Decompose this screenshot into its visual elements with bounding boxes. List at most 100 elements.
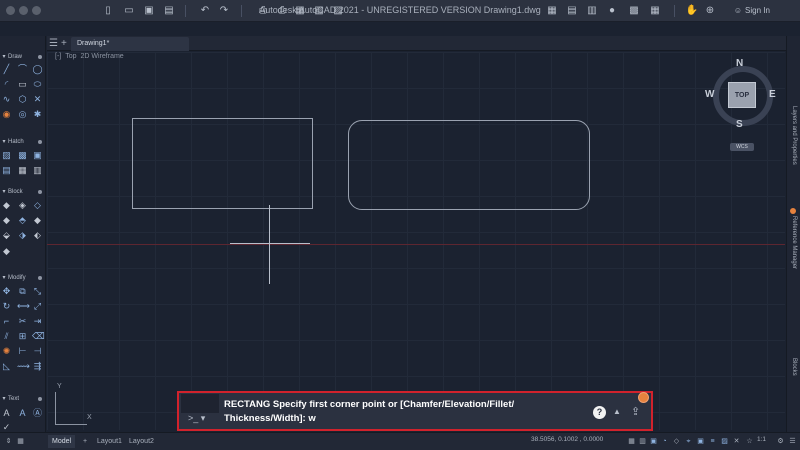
break-icon[interactable]: ⊣ <box>32 346 43 357</box>
block-icon[interactable]: ▦ <box>648 4 662 18</box>
define-attribute-icon[interactable]: ◆ <box>1 215 12 226</box>
attribute-manager-icon[interactable]: ⬗ <box>17 230 28 241</box>
add-layout-button[interactable]: + <box>79 435 91 448</box>
settings-dot-icon[interactable] <box>38 276 42 280</box>
stretch-icon[interactable]: ⤡ <box>32 286 43 297</box>
layout-menu-icon[interactable]: ⇕ <box>4 437 13 446</box>
chevron-up-icon[interactable]: ▲ <box>613 407 621 416</box>
fillet-icon[interactable]: ⌐ <box>1 316 12 327</box>
move-icon[interactable]: ✥ <box>1 286 12 297</box>
selection-cycling-icon[interactable]: ✕ <box>732 437 741 446</box>
attribute-edit-icon[interactable]: ⬙ <box>1 230 12 241</box>
insert-block-icon[interactable]: ◆ <box>1 200 12 211</box>
compass-west[interactable]: W <box>705 89 714 100</box>
wcs-menu[interactable]: WCS <box>730 143 754 151</box>
annotation-scale-icon[interactable]: ☆ <box>745 437 754 446</box>
block-editor-icon[interactable]: ▩ <box>627 4 641 18</box>
snap-mode-icon[interactable]: ▥ <box>638 437 647 446</box>
block-properties-icon[interactable]: ⬖ <box>32 230 43 241</box>
tab-layout1[interactable]: Layout1 <box>93 435 126 448</box>
point-icon[interactable]: ◉ <box>1 109 12 120</box>
help-button[interactable]: ? <box>593 406 606 419</box>
rectangle-icon[interactable]: ▭ <box>17 79 28 90</box>
view-name[interactable]: Top <box>65 53 76 60</box>
isodraft-icon[interactable]: ◇ <box>672 437 681 446</box>
write-block-icon[interactable]: ⬘ <box>17 215 28 226</box>
tab-layout2[interactable]: Layout2 <box>125 435 158 448</box>
chamfer-icon[interactable]: ◺ <box>1 361 12 372</box>
explode-icon[interactable]: ✺ <box>1 346 12 357</box>
single-line-text-icon[interactable]: A <box>17 408 28 419</box>
polygon-icon[interactable]: ⬡ <box>17 94 28 105</box>
arc-icon[interactable]: ◜ <box>1 79 12 90</box>
annotation-scale[interactable]: 1:1 <box>757 436 766 443</box>
viewcube-top-face[interactable]: TOP <box>728 82 756 108</box>
viewport-menu[interactable]: [-] <box>55 53 61 60</box>
hatch-icon[interactable]: ▨ <box>1 150 12 161</box>
match-properties-icon[interactable]: ▥ <box>585 4 599 18</box>
settings-dot-icon[interactable] <box>38 397 42 401</box>
rectangle-shape[interactable] <box>132 118 313 209</box>
settings-icon[interactable]: ⚙ <box>776 437 785 446</box>
offset-icon[interactable]: ⫽ <box>1 331 12 342</box>
new-tab-button[interactable]: + <box>61 36 67 51</box>
grid-display-icon[interactable]: ▦ <box>627 437 636 446</box>
object-snap-tracking-icon[interactable]: ⌖ <box>684 437 693 446</box>
scale-icon[interactable]: ⤢ <box>32 301 43 312</box>
viewport-controls[interactable]: [-] Top 2D Wireframe <box>55 53 128 60</box>
tab-drawing1[interactable]: Drawing1* <box>71 37 189 51</box>
copy-icon[interactable]: ⧉ <box>17 286 28 297</box>
drawing-canvas[interactable]: [-] Top 2D Wireframe TOP N S E W WCS <box>47 52 785 430</box>
block-library-icon[interactable]: ◆ <box>1 246 12 257</box>
palette-section-hatch[interactable]: ▾ Hatch <box>0 137 46 147</box>
rotate-icon[interactable]: ↻ <box>1 301 12 312</box>
text-style-icon[interactable]: Ⓐ <box>32 408 43 419</box>
reference-manager-tab[interactable]: Reference Manager <box>787 216 800 269</box>
object-snap-icon[interactable]: ▣ <box>696 437 705 446</box>
share-icon[interactable]: ⇪ <box>631 405 640 418</box>
share-icon[interactable]: ● <box>605 4 619 18</box>
compass-south[interactable]: S <box>736 119 743 130</box>
lineweight-icon[interactable]: ≡ <box>708 437 717 446</box>
palette-section-modify[interactable]: ▾ Modify <box>0 273 46 283</box>
notification-badge[interactable] <box>638 392 649 403</box>
palette-section-text[interactable]: ▾ Text <box>0 394 46 404</box>
blocks-tab[interactable]: Blocks <box>787 358 800 376</box>
gradient-icon[interactable]: ▩ <box>17 150 28 161</box>
layout-list-icon[interactable]: ▦ <box>16 437 25 446</box>
workspace-icon[interactable]: ▦ <box>545 4 559 18</box>
visual-style[interactable]: 2D Wireframe <box>81 53 124 60</box>
zoom-icon[interactable]: ⊕ <box>703 4 717 18</box>
tab-menu-icon[interactable]: ☰ <box>49 36 58 51</box>
ellipse-icon[interactable]: ⬭ <box>32 79 43 90</box>
extend-icon[interactable]: ⇥ <box>32 316 43 327</box>
boundary-icon[interactable]: ▣ <box>32 150 43 161</box>
line-icon[interactable]: ╱ <box>1 64 12 75</box>
compass-east[interactable]: E <box>769 89 776 100</box>
circle-icon[interactable]: ◯ <box>32 64 43 75</box>
customization-icon[interactable]: ☰ <box>788 437 797 446</box>
palette-section-block[interactable]: ▾ Block <box>0 187 46 197</box>
array-icon[interactable]: ⊞ <box>17 331 28 342</box>
donut-icon[interactable]: ◎ <box>17 109 28 120</box>
join-icon[interactable]: ⊢ <box>17 346 28 357</box>
pan-hand-icon[interactable]: ✋ <box>685 4 699 18</box>
palette-section-draw[interactable]: ▾ Draw <box>0 52 46 62</box>
lengthen-icon[interactable]: ⟿ <box>17 361 30 372</box>
sign-in-button[interactable]: ☺ Sign In <box>733 4 795 18</box>
block-palette-icon[interactable]: ◆ <box>32 215 43 226</box>
transparency-icon[interactable]: ▨ <box>720 437 729 446</box>
multiline-text-icon[interactable]: A <box>1 408 12 419</box>
compass-north[interactable]: N <box>736 58 743 69</box>
tab-model[interactable]: Model <box>48 435 76 448</box>
mirror-icon[interactable]: ⟷ <box>17 301 30 312</box>
table-icon[interactable]: ▥ <box>32 165 43 176</box>
filleted-rectangle-shape[interactable] <box>348 120 590 210</box>
spline-icon[interactable]: ∿ <box>1 94 12 105</box>
settings-dot-icon[interactable] <box>38 190 42 194</box>
align-icon[interactable]: ⇶ <box>32 361 43 372</box>
revision-cloud-icon[interactable]: ✱ <box>32 109 43 120</box>
trim-icon[interactable]: ✂ <box>17 316 28 327</box>
wipeout-icon[interactable]: ▦ <box>17 165 28 176</box>
command-prompt-icon[interactable]: >_ ▾ <box>188 413 205 424</box>
